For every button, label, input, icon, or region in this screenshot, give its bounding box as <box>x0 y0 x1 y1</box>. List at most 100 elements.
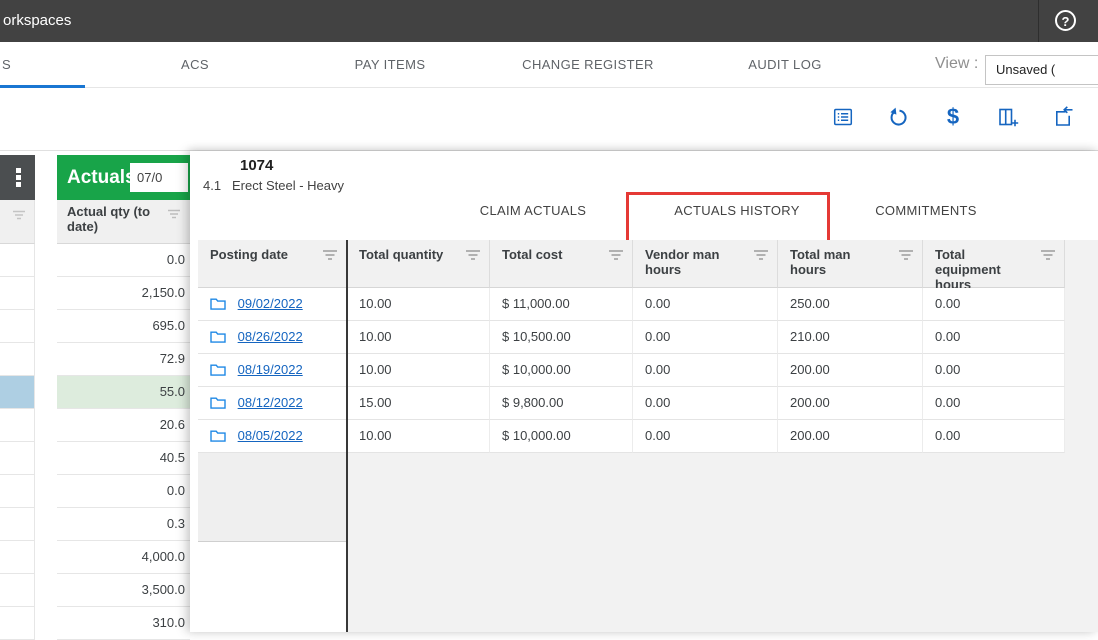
actual-qty-cell[interactable]: 2,150.0 <box>57 277 190 310</box>
posting-date-cell[interactable]: 09/02/2022 <box>198 288 347 321</box>
grid-cell[interactable] <box>0 409 35 442</box>
table-row: 08/05/2022 10.00 $ 10,000.00 0.00 200.00… <box>190 420 1098 453</box>
filter-icon[interactable] <box>898 249 914 264</box>
actual-qty-cell-selected[interactable]: 55.0 <box>57 376 190 409</box>
posting-date-link[interactable]: 08/19/2022 <box>238 362 303 377</box>
filter-icon[interactable] <box>167 208 181 223</box>
total-cost-cell[interactable]: $ 11,000.00 <box>490 288 633 321</box>
column-header-total-man-hours[interactable]: Total man hours <box>778 240 923 288</box>
actual-qty-cell[interactable]: 0.3 <box>57 508 190 541</box>
column-header-total-cost[interactable]: Total cost <box>490 240 633 288</box>
grid-cell[interactable] <box>0 310 35 343</box>
total-equipment-hours-cell[interactable]: 0.00 <box>923 420 1065 453</box>
highlight-rectangle <box>626 192 830 246</box>
tab-audit-log[interactable]: AUDIT LOG <box>748 42 821 88</box>
grid-cell[interactable] <box>0 343 35 376</box>
grid-cell[interactable] <box>0 442 35 475</box>
grid-cell-selected[interactable] <box>0 376 35 409</box>
actual-qty-cell[interactable]: 20.6 <box>57 409 190 442</box>
total-cost-cell[interactable]: $ 10,000.00 <box>490 420 633 453</box>
kebab-menu-icon[interactable] <box>16 168 21 189</box>
vendor-man-hours-cell[interactable]: 0.00 <box>633 387 778 420</box>
filter-icon[interactable] <box>608 249 624 264</box>
grid-cell[interactable] <box>0 277 35 310</box>
actual-qty-cell[interactable]: 3,500.0 <box>57 574 190 607</box>
posting-date-cell[interactable]: 08/05/2022 <box>198 420 347 453</box>
export-icon <box>1047 105 1079 129</box>
posting-date-cell[interactable]: 08/26/2022 <box>198 321 347 354</box>
total-quantity-cell[interactable]: 10.00 <box>347 420 490 453</box>
folder-icon <box>210 331 226 346</box>
frozen-column-header <box>0 200 35 244</box>
grid-cell[interactable] <box>0 475 35 508</box>
frozen-pane-divider[interactable] <box>346 240 348 632</box>
total-equipment-hours-cell[interactable]: 0.00 <box>923 288 1065 321</box>
grid-background-fill <box>348 453 1065 632</box>
total-quantity-cell[interactable]: 10.00 <box>347 354 490 387</box>
column-header-vendor-man-hours[interactable]: Vendor man hours <box>633 240 778 288</box>
total-man-hours-cell[interactable]: 250.00 <box>778 288 923 321</box>
grid-cell[interactable] <box>0 607 35 640</box>
total-quantity-cell[interactable]: 15.00 <box>347 387 490 420</box>
posting-date-link[interactable]: 08/26/2022 <box>238 329 303 344</box>
total-man-hours-cell[interactable]: 200.00 <box>778 354 923 387</box>
grid-cell[interactable] <box>0 508 35 541</box>
form-view-button[interactable] <box>827 101 859 133</box>
vendor-man-hours-cell[interactable]: 0.00 <box>633 288 778 321</box>
vendor-man-hours-cell[interactable]: 0.00 <box>633 420 778 453</box>
total-man-hours-cell[interactable]: 200.00 <box>778 420 923 453</box>
posting-date-link[interactable]: 08/12/2022 <box>238 395 303 410</box>
column-header-total-equipment-hours[interactable]: Total equipment hours <box>923 240 1065 292</box>
frozen-group-header <box>0 155 35 200</box>
total-man-hours-cell[interactable]: 210.00 <box>778 321 923 354</box>
tab-change-register[interactable]: CHANGE REGISTER <box>522 42 654 88</box>
add-column-button[interactable] <box>992 101 1024 133</box>
help-icon[interactable]: ? <box>1055 10 1076 31</box>
total-quantity-cell[interactable]: 10.00 <box>347 321 490 354</box>
currency-button[interactable]: $ <box>937 101 969 133</box>
total-equipment-hours-cell[interactable]: 0.00 <box>923 354 1065 387</box>
filter-icon[interactable] <box>1040 249 1056 264</box>
total-man-hours-cell[interactable]: 200.00 <box>778 387 923 420</box>
tab-commitments[interactable]: COMMITMENTS <box>875 188 977 233</box>
total-quantity-cell[interactable]: 10.00 <box>347 288 490 321</box>
total-cost-cell[interactable]: $ 10,500.00 <box>490 321 633 354</box>
actual-qty-cell[interactable]: 0.0 <box>57 244 190 277</box>
posting-date-cell[interactable]: 08/19/2022 <box>198 354 347 387</box>
vendor-man-hours-cell[interactable]: 0.00 <box>633 354 778 387</box>
grid-cell[interactable] <box>0 574 35 607</box>
actual-qty-cell[interactable]: 310.0 <box>57 607 190 640</box>
tab-pay-items[interactable]: PAY ITEMS <box>355 42 426 88</box>
folder-icon <box>210 397 226 412</box>
total-cost-cell[interactable]: $ 9,800.00 <box>490 387 633 420</box>
folder-icon <box>210 364 226 379</box>
actuals-group-header: Actuals 07/0 <box>57 155 190 200</box>
column-header-total-quantity[interactable]: Total quantity <box>347 240 490 288</box>
actual-qty-cell[interactable]: 0.0 <box>57 475 190 508</box>
posting-date-cell[interactable]: 08/12/2022 <box>198 387 347 420</box>
grid-cell[interactable] <box>0 244 35 277</box>
actual-qty-cell[interactable]: 40.5 <box>57 442 190 475</box>
vendor-man-hours-cell[interactable]: 0.00 <box>633 321 778 354</box>
filter-icon[interactable] <box>465 249 481 264</box>
total-cost-cell[interactable]: $ 10,000.00 <box>490 354 633 387</box>
filter-icon[interactable] <box>12 208 26 226</box>
tab-cbs-active[interactable]: S <box>2 42 11 88</box>
actual-qty-cell[interactable]: 72.9 <box>57 343 190 376</box>
posting-date-link[interactable]: 08/05/2022 <box>238 428 303 443</box>
total-equipment-hours-cell[interactable]: 0.00 <box>923 387 1065 420</box>
filter-icon[interactable] <box>753 249 769 264</box>
column-header-posting-date[interactable]: Posting date <box>198 240 347 288</box>
view-selector[interactable]: Unsaved ( <box>985 55 1098 85</box>
actual-qty-cell[interactable]: 695.0 <box>57 310 190 343</box>
tab-acs[interactable]: ACS <box>181 42 209 88</box>
actual-qty-cell[interactable]: 4,000.0 <box>57 541 190 574</box>
export-button[interactable] <box>1047 101 1079 133</box>
posting-date-link[interactable]: 09/02/2022 <box>238 296 303 311</box>
tab-claim-actuals[interactable]: CLAIM ACTUALS <box>480 188 586 233</box>
filter-icon[interactable] <box>322 249 338 264</box>
grid-cell[interactable] <box>0 541 35 574</box>
total-equipment-hours-cell[interactable]: 0.00 <box>923 321 1065 354</box>
actuals-date-chip[interactable]: 07/0 <box>130 163 188 192</box>
undo-button[interactable] <box>882 101 914 133</box>
